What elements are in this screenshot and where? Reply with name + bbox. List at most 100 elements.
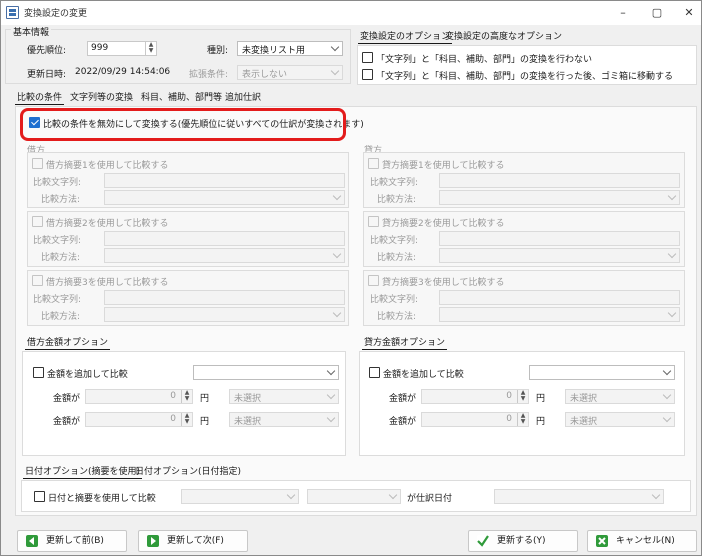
credit2-str-label: 比較文字列:: [370, 236, 419, 246]
credit-amount-row1-value: 0: [506, 391, 512, 401]
opt2-checkbox[interactable]: [362, 69, 373, 80]
debit-amount-row1-unit: 円: [200, 394, 210, 404]
credit2-checkbox[interactable]: [368, 216, 379, 227]
credit-amount-row2-label: 金額が: [389, 417, 417, 427]
credit1-method-select[interactable]: [439, 190, 680, 205]
update-next-button[interactable]: 更新して次(F): [138, 530, 248, 552]
update-button[interactable]: 更新する(Y): [468, 530, 578, 552]
debit2-str-input[interactable]: [104, 231, 345, 246]
date-select-1[interactable]: [181, 489, 299, 504]
tab-date-summary[interactable]: 日付オプション(摘要を使用): [23, 466, 143, 479]
credit-amount-row2-input[interactable]: 0 ▲ ▼: [421, 412, 529, 427]
debit1-method-label: 比較方法:: [41, 195, 81, 205]
type-select[interactable]: 未変換リスト用: [237, 41, 343, 56]
debit1-method-select[interactable]: [104, 190, 345, 205]
debit3-checkbox[interactable]: [32, 275, 43, 286]
arrow-left-icon: [26, 535, 38, 547]
date-checkbox[interactable]: [34, 491, 45, 502]
credit-amount-row2-select[interactable]: 未選択: [565, 412, 675, 427]
credit-amount-row2-select-value: 未選択: [570, 417, 598, 427]
ext-label: 拡張条件:: [189, 70, 229, 80]
tab-date-specified[interactable]: 日付オプション(日付指定): [133, 466, 243, 479]
debit-amount-row1-input[interactable]: 0 ▲ ▼: [85, 389, 193, 404]
update-prev-label: 更新して前(B): [46, 536, 104, 546]
arrow-right-icon: [147, 535, 159, 547]
tab-convert-options[interactable]: 変換設定のオプション: [358, 31, 453, 44]
priority-value: 999: [91, 43, 109, 53]
credit1-str-label: 比較文字列:: [370, 178, 419, 188]
debit-amount-checkbox[interactable]: [33, 367, 44, 378]
debit-amount-cond-select[interactable]: [193, 365, 339, 380]
credit3-check-label: 貸方摘要3を使用して比較する: [382, 278, 505, 288]
debit3-str-label: 比較文字列:: [33, 295, 82, 305]
credit2-check-label: 貸方摘要2を使用して比較する: [382, 219, 505, 229]
credit1-checkbox[interactable]: [368, 158, 379, 169]
credit-amount-row2-spinner-icon[interactable]: ▲ ▼: [517, 413, 528, 426]
chevron-down-icon: [332, 308, 342, 318]
debit3-method-label: 比較方法:: [41, 312, 81, 322]
credit-amount-cond-select[interactable]: [529, 365, 675, 380]
debit1-str-input[interactable]: [104, 173, 345, 188]
chevron-down-icon: [286, 490, 296, 500]
credit-amount-checkbox[interactable]: [369, 367, 380, 378]
credit-amount-row1-select-value: 未選択: [570, 394, 598, 404]
updated-value: 2022/09/29 14:54:06: [75, 67, 171, 77]
dialog-window: 変換設定の変更 – ▢ ✕ 基本情報 優先順位: 999 ▲ ▼ 種別: 未変換リ…: [0, 0, 702, 556]
debit-amount-row1-spinner-icon[interactable]: ▲ ▼: [181, 390, 192, 403]
debit-amount-row1-select-value: 未選択: [234, 394, 262, 404]
debit2-checkbox[interactable]: [32, 216, 43, 227]
opt1-checkbox[interactable]: [362, 52, 373, 63]
chevron-down-icon: [326, 413, 336, 423]
priority-input[interactable]: 999 ▲ ▼: [87, 41, 157, 56]
maximize-button[interactable]: ▢: [641, 1, 673, 25]
date-select-3[interactable]: [494, 489, 664, 504]
credit3-str-input[interactable]: [439, 290, 680, 305]
tab-account-conversion[interactable]: 科目、補助、部門等: [139, 92, 224, 105]
credit-amount-row1-input[interactable]: 0 ▲ ▼: [421, 389, 529, 404]
debit-amount-row1-value: 0: [170, 391, 176, 401]
tab-credit-amount[interactable]: 貸方金額オプション: [362, 337, 448, 350]
tab-additional-entry[interactable]: 追加仕訳: [223, 92, 263, 105]
credit2-method-label: 比較方法:: [377, 253, 417, 263]
debit-amount-row1-select[interactable]: 未選択: [229, 389, 339, 404]
debit2-method-select[interactable]: [104, 248, 345, 263]
credit1-check-label: 貸方摘要1を使用して比較する: [382, 161, 505, 171]
credit2-method-select[interactable]: [439, 248, 680, 263]
credit3-method-select[interactable]: [439, 307, 680, 322]
debit1-str-label: 比較文字列:: [33, 178, 82, 188]
debit3-method-select[interactable]: [104, 307, 345, 322]
check-icon: [477, 535, 489, 547]
debit1-check-label: 借方摘要1を使用して比較する: [46, 161, 169, 171]
debit-amount-row2-label: 金額が: [53, 417, 81, 427]
tab-string-conversion[interactable]: 文字列等の変換: [68, 92, 135, 105]
debit3-check-label: 借方摘要3を使用して比較する: [46, 278, 169, 288]
credit-amount-row1-select[interactable]: 未選択: [565, 389, 675, 404]
tab-advanced-options[interactable]: 変換設定の高度なオプション: [443, 31, 564, 44]
credit2-str-input[interactable]: [439, 231, 680, 246]
chevron-down-icon: [662, 390, 672, 400]
credit3-checkbox[interactable]: [368, 275, 379, 286]
priority-label: 優先順位:: [27, 46, 67, 56]
ext-select[interactable]: 表示しない: [237, 65, 343, 80]
debit-amount-row2-spinner-icon[interactable]: ▲ ▼: [181, 413, 192, 426]
debit1-checkbox[interactable]: [32, 158, 43, 169]
debit3-str-input[interactable]: [104, 290, 345, 305]
debit-amount-row2-input[interactable]: 0 ▲ ▼: [85, 412, 193, 427]
credit-amount-row1-unit: 円: [536, 394, 546, 404]
cancel-button[interactable]: キャンセル(N): [587, 530, 697, 552]
chevron-down-icon: [662, 413, 672, 423]
chevron-down-icon: [388, 490, 398, 500]
updated-label: 更新日時:: [27, 70, 67, 80]
priority-spinner-icon[interactable]: ▲ ▼: [145, 42, 156, 55]
credit-amount-row1-spinner-icon[interactable]: ▲ ▼: [517, 390, 528, 403]
tab-debit-amount[interactable]: 借方金額オプション: [25, 337, 111, 350]
date-mid-label: が仕訳日付: [407, 494, 453, 504]
date-select-2[interactable]: [307, 489, 401, 504]
update-prev-button[interactable]: 更新して前(B): [17, 530, 127, 552]
debit2-method-label: 比較方法:: [41, 253, 81, 263]
tab-compare-conditions[interactable]: 比較の条件: [15, 92, 65, 105]
credit1-str-input[interactable]: [439, 173, 680, 188]
debit-amount-row2-select[interactable]: 未選択: [229, 412, 339, 427]
close-button[interactable]: ✕: [673, 1, 702, 25]
minimize-button[interactable]: –: [607, 1, 639, 25]
